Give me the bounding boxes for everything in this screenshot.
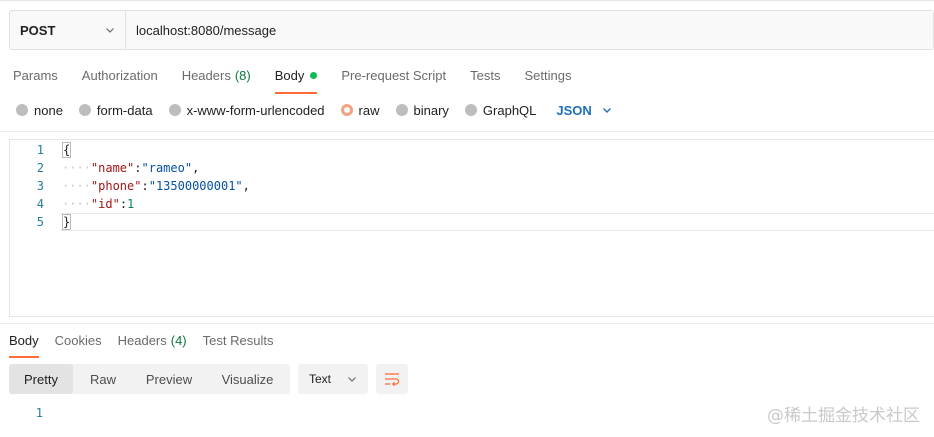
tab-headers[interactable]: Headers (8): [182, 64, 251, 86]
json-key: "id": [90, 197, 120, 211]
response-format-select[interactable]: Text: [298, 364, 368, 394]
body-type-graphql[interactable]: GraphQL: [464, 102, 537, 118]
raw-language-label: JSON: [556, 102, 592, 118]
tab-label: Pre-request Script: [341, 67, 447, 83]
response-tabs: Body Cookies Headers (4) Test Results: [9, 331, 289, 358]
tab-label: Tests: [470, 67, 501, 83]
top-border: [0, 0, 934, 1]
url-input[interactable]: localhost:8080/message: [126, 11, 933, 49]
wrap-lines-icon: [385, 373, 400, 386]
body-type-options: none form-data x-www-form-urlencoded raw…: [16, 100, 612, 120]
line-number: 2: [36, 161, 44, 175]
tab-settings[interactable]: Settings: [524, 64, 571, 86]
tab-label: Authorization: [81, 67, 158, 83]
watermark: @稀土掘金技术社区: [767, 406, 920, 426]
code-line: 2 ····"name":"rameo",: [10, 159, 934, 177]
tab-label: Body: [274, 67, 305, 83]
body-type-urlencoded[interactable]: x-www-form-urlencoded: [168, 102, 325, 118]
raw-language-select[interactable]: JSON: [556, 103, 611, 118]
chevron-down-icon: [106, 28, 114, 33]
response-view-toggle: Pretty Raw Preview Visualize: [9, 364, 290, 394]
radio-button[interactable]: [395, 104, 408, 116]
tab-label: Body: [9, 332, 39, 348]
tab-authorization[interactable]: Authorization: [82, 64, 158, 86]
code-text: }: [62, 214, 72, 230]
line-number: 5: [36, 215, 44, 229]
radio-button[interactable]: [16, 104, 28, 116]
code-line: 1 {: [10, 141, 934, 159]
json-key: "phone": [90, 179, 142, 193]
request-body-editor[interactable]: 1 { 2 ····"name":"rameo", 3 ····"phone":…: [9, 139, 934, 317]
radio-label: GraphQL: [482, 102, 537, 118]
view-raw-button[interactable]: Raw: [73, 364, 133, 394]
headers-count: (4): [170, 332, 187, 348]
chevron-down-icon: [602, 108, 611, 113]
body-indicator-dot: [310, 71, 318, 79]
tab-params[interactable]: Params: [13, 64, 58, 86]
wrap-lines-button[interactable]: [376, 364, 408, 394]
json-value: "rameo": [141, 161, 193, 175]
radio-button[interactable]: [168, 104, 181, 116]
json-key: "name": [90, 161, 135, 175]
response-tab-headers[interactable]: Headers (4): [118, 331, 187, 349]
response-line-number: 1: [35, 406, 43, 420]
divider: [0, 131, 934, 132]
radio-label: x-www-form-urlencoded: [186, 102, 325, 118]
body-type-none[interactable]: none: [16, 103, 63, 118]
line-number: 1: [36, 143, 44, 157]
divider: [0, 323, 934, 324]
tab-label: Headers: [181, 67, 231, 83]
tab-label: Cookies: [54, 332, 102, 348]
tab-label: Test Results: [202, 332, 274, 348]
radio-label: raw: [358, 102, 380, 118]
request-tabs: Params Authorization Headers (8) Body Pre…: [13, 64, 595, 94]
url-bar: POST localhost:8080/message: [9, 10, 934, 50]
tab-label: Headers: [117, 332, 167, 348]
response-tab-test-results[interactable]: Test Results: [203, 331, 274, 349]
radio-label: binary: [413, 102, 449, 118]
tab-tests[interactable]: Tests: [470, 64, 500, 86]
code-line: 4 ····"id":1: [10, 195, 934, 213]
response-tab-cookies[interactable]: Cookies: [55, 331, 102, 349]
code-line: 3 ····"phone":"13500000001",: [10, 177, 934, 195]
code-text: {: [62, 142, 72, 158]
radio-label: form-data: [96, 102, 153, 118]
radio-label: none: [34, 102, 63, 118]
body-type-form-data[interactable]: form-data: [78, 102, 153, 118]
tab-label: Params: [13, 67, 58, 83]
tab-label: Settings: [524, 67, 572, 83]
json-value: 1: [127, 197, 135, 211]
code-line: 5 }: [10, 213, 934, 231]
tab-pre-request-script[interactable]: Pre-request Script: [341, 64, 446, 86]
line-number: 3: [36, 179, 44, 193]
body-type-raw[interactable]: raw: [340, 102, 380, 118]
tab-body[interactable]: Body: [274, 64, 318, 94]
view-pretty-button[interactable]: Pretty: [9, 364, 73, 394]
method-select[interactable]: POST: [10, 11, 126, 49]
view-visualize-button[interactable]: Visualize: [205, 364, 290, 394]
response-tab-body[interactable]: Body: [9, 331, 39, 358]
response-format-label: Text: [309, 372, 332, 386]
radio-button-selected[interactable]: [340, 104, 353, 116]
radio-button[interactable]: [464, 104, 477, 116]
json-value: "13500000001": [148, 179, 243, 193]
method-label: POST: [20, 22, 56, 38]
radio-button[interactable]: [78, 104, 91, 116]
body-type-binary[interactable]: binary: [395, 102, 449, 118]
line-number: 4: [36, 197, 44, 211]
headers-count: (8): [234, 67, 251, 83]
view-preview-button[interactable]: Preview: [133, 364, 205, 394]
chevron-down-icon: [348, 377, 356, 382]
